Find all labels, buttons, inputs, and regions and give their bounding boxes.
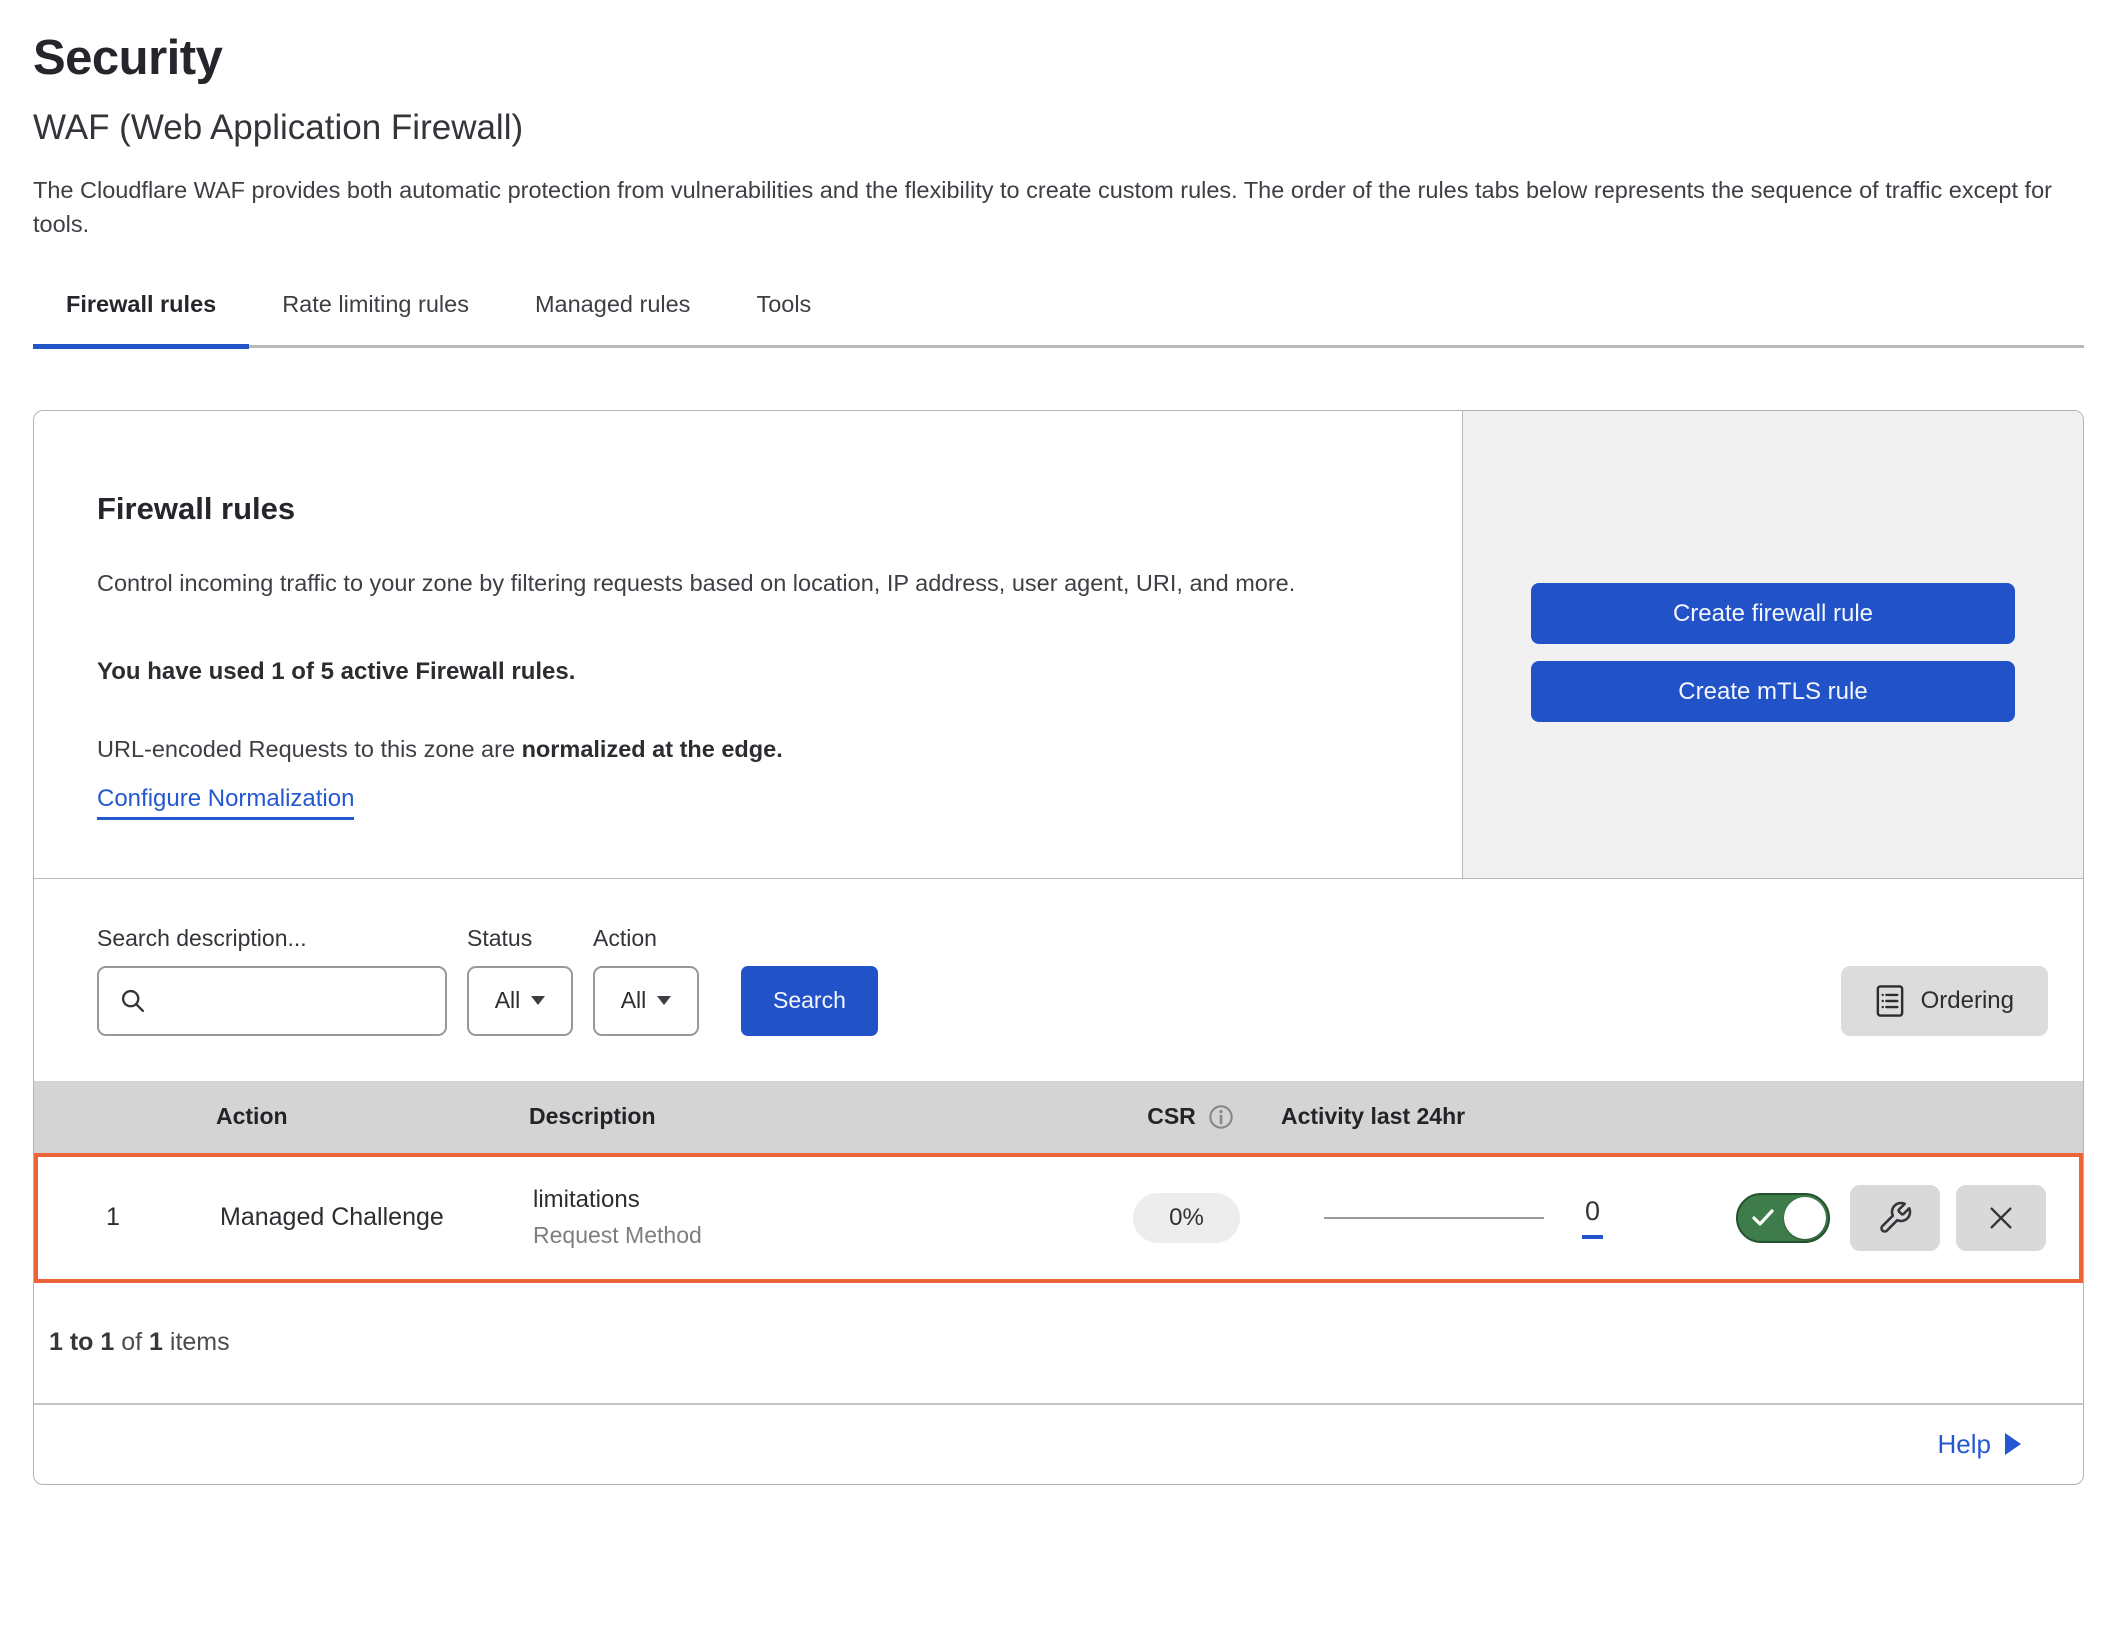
rule-description: limitations bbox=[533, 1186, 1104, 1214]
create-actions-panel: Create firewall rule Create mTLS rule bbox=[1462, 411, 2083, 877]
rule-expression: Request Method bbox=[533, 1222, 1104, 1249]
activity-sparkline bbox=[1324, 1217, 1544, 1219]
configure-normalization-link[interactable]: Configure Normalization bbox=[97, 785, 354, 820]
ordering-button-label: Ordering bbox=[1921, 987, 2014, 1015]
rule-enabled-toggle[interactable] bbox=[1736, 1193, 1830, 1243]
chevron-down-icon bbox=[531, 996, 545, 1005]
card-description: Control incoming traffic to your zone by… bbox=[97, 565, 1402, 601]
filter-bar: Search description... Status All bbox=[34, 879, 2083, 1081]
tab-firewall-rules[interactable]: Firewall rules bbox=[33, 279, 249, 349]
status-select[interactable]: All bbox=[467, 966, 573, 1036]
waf-tabbar: Firewall rules Rate limiting rules Manag… bbox=[33, 279, 2084, 348]
footer-total: 1 bbox=[149, 1328, 163, 1356]
action-select[interactable]: All bbox=[593, 966, 699, 1036]
create-firewall-rule-button[interactable]: Create firewall rule bbox=[1531, 583, 2015, 644]
header-csr-label: CSR bbox=[1147, 1103, 1196, 1130]
edit-rule-button[interactable] bbox=[1850, 1185, 1940, 1251]
search-button[interactable]: Search bbox=[741, 966, 878, 1036]
activity-count-link[interactable]: 0 bbox=[1582, 1196, 1603, 1239]
footer-items: items bbox=[163, 1328, 230, 1356]
waf-page: Security WAF (Web Application Firewall) … bbox=[0, 0, 2114, 1485]
status-label: Status bbox=[467, 925, 573, 952]
firewall-rules-summary: Firewall rules Control incoming traffic … bbox=[34, 411, 2083, 878]
ordering-button[interactable]: Ordering bbox=[1841, 966, 2048, 1036]
card-heading: Firewall rules bbox=[97, 491, 1402, 527]
chevron-down-icon bbox=[657, 996, 671, 1005]
rule-priority: 1 bbox=[106, 1203, 120, 1232]
arrow-right-icon bbox=[2005, 1433, 2021, 1455]
help-link[interactable]: Help bbox=[1938, 1429, 2021, 1460]
status-group: Status All bbox=[467, 925, 573, 1036]
toggle-knob bbox=[1784, 1197, 1826, 1239]
rule-action: Managed Challenge bbox=[188, 1203, 533, 1232]
header-activity: Activity last 24hr bbox=[1273, 1103, 1653, 1130]
firewall-rules-card: Firewall rules Control incoming traffic … bbox=[33, 410, 2084, 1484]
rule-description-cell: limitations Request Method bbox=[533, 1186, 1104, 1249]
firewall-rules-info: Firewall rules Control incoming traffic … bbox=[34, 411, 1462, 877]
wrench-icon bbox=[1877, 1200, 1913, 1236]
rule-controls bbox=[1649, 1185, 2079, 1251]
status-select-value: All bbox=[495, 987, 521, 1014]
header-description: Description bbox=[529, 1103, 1108, 1130]
footer-of: of bbox=[114, 1328, 149, 1356]
search-icon bbox=[119, 987, 147, 1015]
table-footer: 1 to 1 of 1 items bbox=[34, 1283, 2083, 1403]
tab-managed-rules[interactable]: Managed rules bbox=[502, 279, 723, 349]
info-icon[interactable] bbox=[1208, 1104, 1234, 1130]
table-header: Action Description CSR Activity last 24h… bbox=[34, 1081, 2083, 1153]
check-icon bbox=[1751, 1208, 1775, 1228]
normalization-line: URL-encoded Requests to this zone are no… bbox=[97, 736, 1402, 763]
search-label: Search description... bbox=[97, 925, 447, 952]
help-row: Help bbox=[34, 1403, 2083, 1484]
footer-range: 1 to 1 bbox=[49, 1328, 114, 1356]
firewall-rule-row[interactable]: 1 Managed Challenge limitations Request … bbox=[34, 1153, 2083, 1283]
tab-rate-limiting-rules[interactable]: Rate limiting rules bbox=[249, 279, 502, 349]
header-csr: CSR bbox=[1147, 1103, 1234, 1130]
action-select-value: All bbox=[621, 987, 647, 1014]
rule-activity-cell: 0 bbox=[1269, 1196, 1649, 1239]
search-group: Search description... bbox=[97, 925, 447, 1036]
tab-tools[interactable]: Tools bbox=[723, 279, 844, 349]
search-input[interactable] bbox=[97, 966, 447, 1036]
normalization-bold: normalized at the edge. bbox=[522, 736, 783, 762]
action-group: Action All bbox=[593, 925, 699, 1036]
page-subtitle: WAF (Web Application Firewall) bbox=[33, 108, 2084, 148]
action-label: Action bbox=[593, 925, 699, 952]
header-action: Action bbox=[184, 1103, 529, 1130]
close-icon bbox=[1985, 1202, 2017, 1234]
create-mtls-rule-button[interactable]: Create mTLS rule bbox=[1531, 661, 2015, 722]
rule-csr-badge: 0% bbox=[1133, 1193, 1240, 1243]
page-title: Security bbox=[33, 30, 2084, 86]
help-link-label: Help bbox=[1938, 1429, 1991, 1460]
ordering-list-icon bbox=[1875, 984, 1905, 1018]
usage-line: You have used 1 of 5 active Firewall rul… bbox=[97, 658, 1402, 686]
delete-rule-button[interactable] bbox=[1956, 1185, 2046, 1251]
normalization-text: URL-encoded Requests to this zone are bbox=[97, 736, 522, 762]
page-description: The Cloudflare WAF provides both automat… bbox=[33, 174, 2063, 241]
